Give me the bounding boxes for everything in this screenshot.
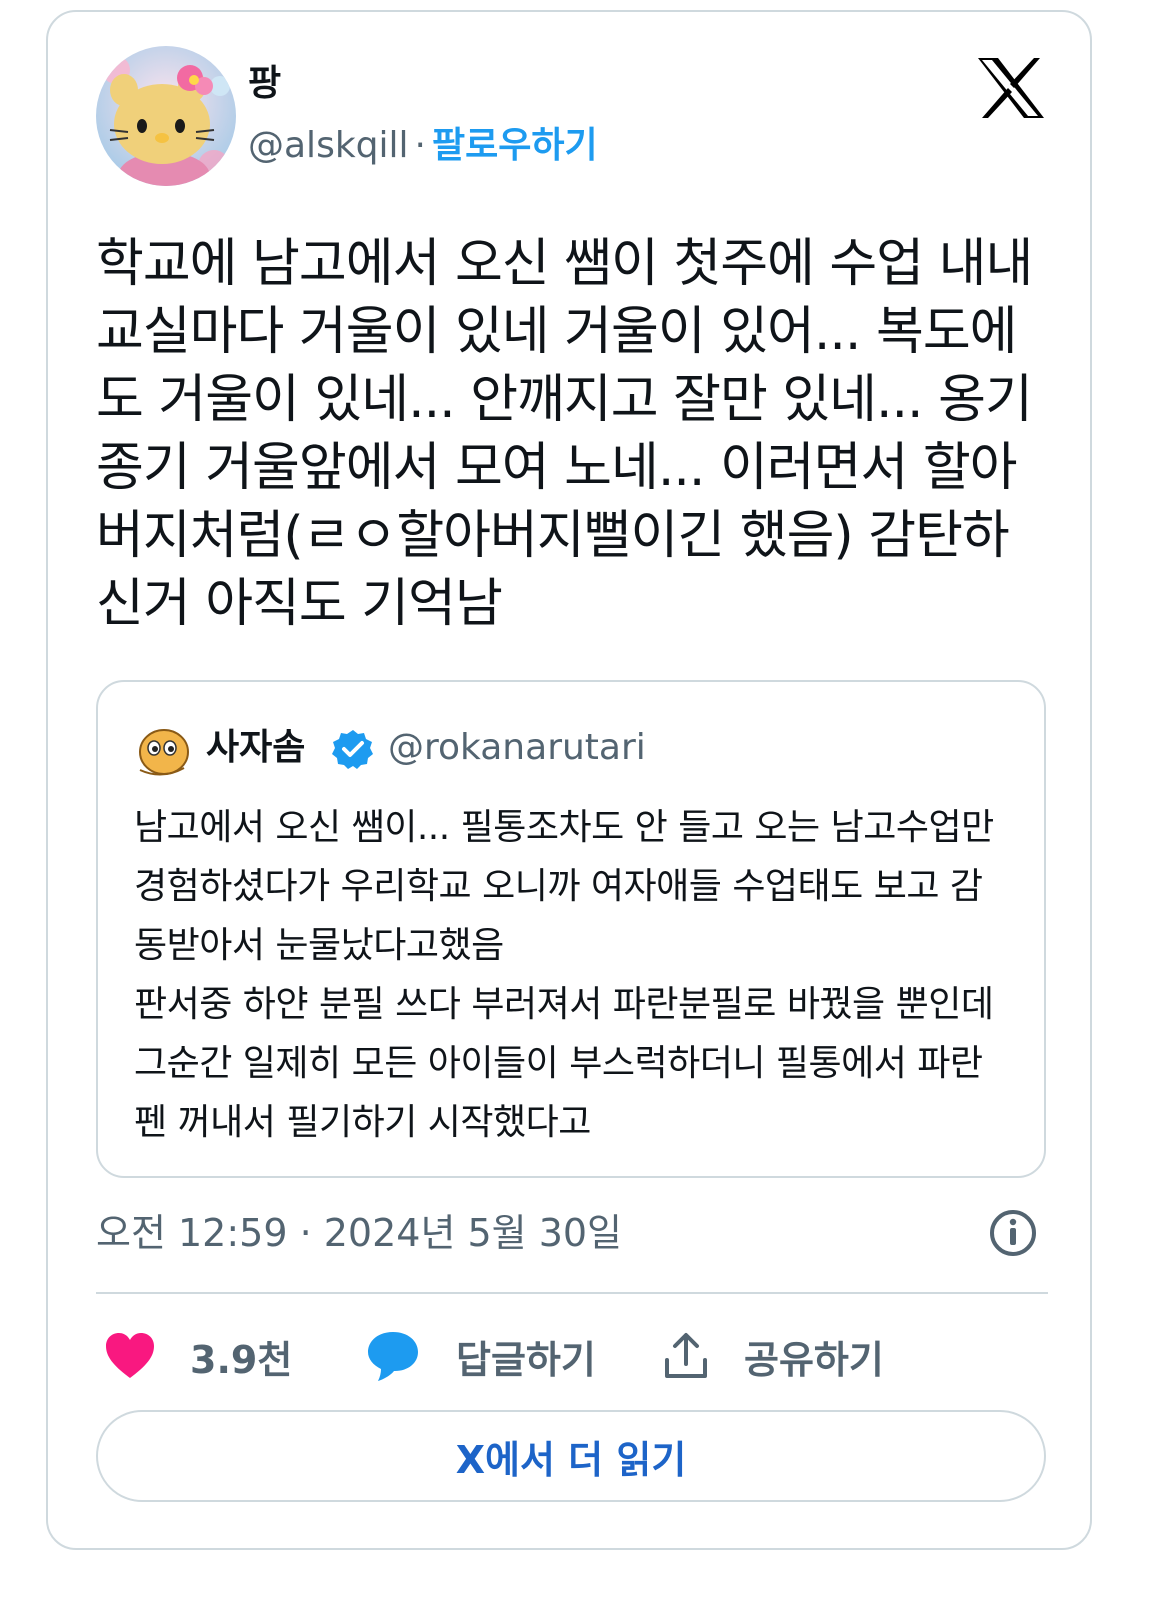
quoted-paragraph: 판서중 하얀 분필 쓰다 부러져서 파란분필로 바꿨을 뿐인데 그순간 일제히 … [134, 984, 994, 1143]
read-more-button[interactable]: X에서 더 읽기 [96, 1410, 1046, 1502]
quoted-paragraph: 남고에서 오신 쌤이... 필통조차도 안 들고 오는 남고수업만 경험하셨다가… [134, 807, 994, 966]
heart-icon [106, 1333, 154, 1378]
quoted-tweet-text: 남고에서 오신 쌤이... 필통조차도 안 들고 오는 남고수업만 경험하셨다가… [134, 798, 1014, 1152]
author-handle-row: @alskqill · 팔로우하기 [248, 122, 598, 170]
like-count: 3.9천 [190, 1337, 293, 1382]
share-upload-icon [665, 1333, 707, 1378]
quoted-tweet[interactable]: 사자솜 @rokanarutari 남고에서 오신 쌤이... 필통조차도 안 … [96, 680, 1046, 1178]
reply-label: 답글하기 [456, 1337, 596, 1382]
separator-dot: · [414, 125, 426, 166]
tweet-embed-card: 팡 @alskqill · 팔로우하기 학교에 남고에서 오신 쌤이 첫주에 수업 … [46, 10, 1092, 1550]
share-button[interactable]: 공유하기 [662, 1326, 884, 1386]
like-button[interactable]: 3.9천 [104, 1326, 292, 1386]
verified-badge-icon [332, 728, 374, 770]
tweet-timestamp[interactable]: 오전 12:59 · 2024년 5월 30일 [96, 1208, 622, 1258]
follow-button[interactable]: 팔로우하기 [432, 125, 598, 166]
speech-bubble-icon [368, 1332, 418, 1381]
reply-button[interactable]: 답글하기 [366, 1326, 596, 1386]
info-icon[interactable] [988, 1208, 1038, 1258]
author-display-name[interactable]: 팡 [248, 62, 281, 106]
author-avatar[interactable] [96, 46, 236, 186]
quoted-author-handle[interactable]: @rokanarutari [388, 724, 646, 772]
quoted-author-avatar[interactable] [134, 722, 190, 778]
x-logo-icon[interactable] [978, 58, 1044, 118]
quoted-author-name[interactable]: 사자솜 [206, 724, 305, 772]
author-handle[interactable]: @alskqill [248, 125, 409, 166]
divider [96, 1292, 1048, 1294]
share-label: 공유하기 [744, 1337, 884, 1382]
tweet-text: 학교에 남고에서 오신 쌤이 첫주에 수업 내내 교실마다 거울이 있네 거울이… [96, 234, 1033, 634]
